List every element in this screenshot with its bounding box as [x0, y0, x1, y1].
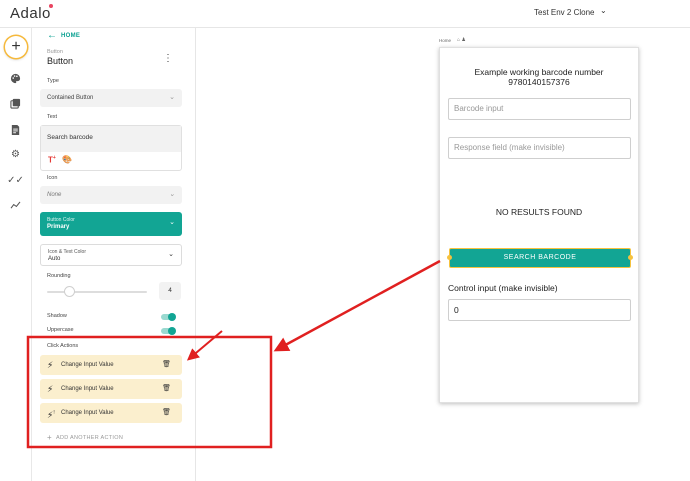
chevron-down-icon: ⌄	[169, 191, 175, 198]
control-input[interactable]: 0	[448, 299, 631, 321]
search-barcode-button[interactable]: SEARCH BARCODE	[449, 248, 631, 268]
plus-icon: +	[47, 433, 52, 442]
response-field[interactable]: Response field (make invisible)	[448, 137, 631, 159]
action-item[interactable]: ⚡︎ Change Input Value 🗑︎	[40, 355, 182, 375]
bolt-icon: ⚡︎	[47, 360, 54, 370]
top-bar: Adalo Test Env 2 Clone ⌄	[0, 0, 690, 28]
control-input-label[interactable]: Control input (make invisible)	[448, 283, 558, 293]
button-color-select[interactable]: Button Color Primary ⌄	[40, 212, 182, 236]
analytics-icon[interactable]	[9, 199, 22, 212]
rounding-input[interactable]: 4	[159, 282, 181, 300]
action-item[interactable]: ⚡︎ Change Input Value 🗑︎	[40, 379, 182, 399]
chevron-down-icon: ⌄	[168, 251, 174, 258]
trash-icon[interactable]: 🗑︎	[162, 408, 171, 416]
button-color-label: Button Color	[47, 217, 75, 223]
add-action-label: ADD ANOTHER ACTION	[55, 435, 124, 441]
add-component-button[interactable]: +	[5, 36, 27, 58]
component-title[interactable]: Button	[47, 56, 73, 66]
screens-icon[interactable]	[9, 97, 22, 110]
more-options-icon[interactable]: ⋮	[163, 53, 173, 64]
left-rail: + ⚙ ✓✓	[0, 28, 32, 481]
icon-text-color-value: Auto	[48, 256, 61, 262]
app-screen[interactable]: Example working barcode number 978014015…	[439, 47, 639, 403]
trash-icon[interactable]: 🗑︎	[162, 360, 171, 368]
resize-handle-right[interactable]	[628, 255, 633, 260]
resize-handle-left[interactable]	[447, 255, 452, 260]
uppercase-label: Uppercase	[47, 327, 74, 333]
chevron-down-icon: ⌄	[169, 94, 175, 101]
text-label: Text	[47, 114, 58, 120]
back-arrow-icon[interactable]: ←	[47, 30, 57, 41]
trash-icon[interactable]: 🗑︎	[162, 384, 171, 392]
text-field[interactable]: Search barcode T+ 🎨	[40, 125, 182, 171]
click-actions-label: Click Actions	[47, 343, 79, 349]
uppercase-toggle[interactable]	[161, 326, 176, 335]
icon-text-color-select[interactable]: Icon & Text Color Auto ⌄	[40, 244, 182, 266]
chevron-down-icon[interactable]: ⌄	[600, 6, 607, 15]
home-link[interactable]: HOME	[61, 33, 80, 39]
rounding-label: Rounding	[47, 273, 71, 279]
action-label: Change Input Value	[61, 410, 114, 416]
action-label: Change Input Value	[61, 386, 114, 392]
screen-title-line2: 9780140157376	[508, 77, 570, 87]
rounding-slider-handle[interactable]	[64, 286, 75, 297]
palette-icon[interactable]	[9, 72, 22, 85]
palette-icon[interactable]: 🎨	[62, 155, 72, 164]
bolt-icon: ⚡︎	[47, 384, 54, 394]
icon-label: Icon	[47, 175, 58, 181]
toggle-knob	[168, 326, 176, 335]
chevron-down-icon: ⌄	[169, 219, 175, 226]
toggle-knob	[168, 312, 176, 321]
text-value[interactable]: Search barcode	[41, 126, 181, 152]
type-label: Type	[47, 78, 59, 84]
component-subtitle: Button	[47, 49, 63, 55]
bolt-warning-icon: ⚡︎!	[47, 410, 55, 420]
type-select[interactable]: Contained Button ⌄	[40, 89, 182, 107]
icon-value: None	[47, 192, 62, 198]
add-another-action-button[interactable]: + ADD ANOTHER ACTION	[47, 433, 123, 442]
icon-text-color-label: Icon & Text Color	[48, 249, 86, 255]
shadow-toggle[interactable]	[161, 312, 176, 321]
screen-title[interactable]: Example working barcode number 978014015…	[440, 67, 638, 87]
add-icon: +	[11, 38, 21, 55]
screen-title-line1: Example working barcode number	[474, 67, 604, 77]
no-results-text[interactable]: NO RESULTS FOUND	[440, 207, 638, 217]
settings-icon[interactable]: ⚙	[9, 148, 22, 161]
action-item[interactable]: ⚡︎! Change Input Value 🗑︎	[40, 403, 182, 423]
button-color-value: Primary	[47, 224, 70, 230]
app-name-selector[interactable]: Test Env 2 Clone	[534, 8, 594, 17]
component-icon[interactable]	[9, 123, 22, 136]
screen-home-icon: ⌂ ♟	[457, 37, 466, 43]
rounding-slider[interactable]	[47, 291, 147, 293]
barcode-input[interactable]: Barcode input	[448, 98, 631, 120]
screen-name-label[interactable]: Home	[439, 38, 451, 43]
icon-select[interactable]: None ⌄	[40, 186, 182, 204]
action-label: Change Input Value	[61, 362, 114, 368]
shadow-label: Shadow	[47, 313, 67, 319]
publish-icon[interactable]: ✓✓	[7, 174, 24, 187]
magic-text-icon[interactable]: T+	[48, 155, 56, 165]
logo-dot	[49, 4, 53, 8]
adalo-logo[interactable]: Adalo	[10, 5, 51, 22]
type-value: Contained Button	[47, 95, 94, 101]
adalo-editor: Adalo Test Env 2 Clone ⌄ + ⚙ ✓✓ ← HOME B…	[0, 0, 690, 481]
properties-panel: ← HOME Button Button ⋮ Type Contained Bu…	[33, 28, 196, 481]
